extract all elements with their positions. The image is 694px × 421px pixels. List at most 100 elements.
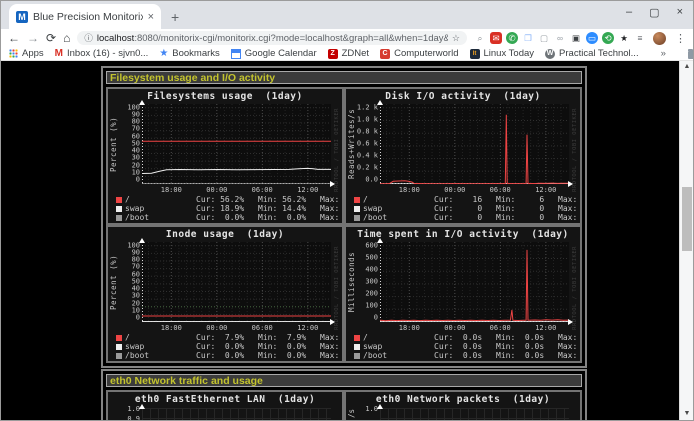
maximize-button[interactable]: ▢ — [649, 6, 659, 19]
bookmark-item[interactable]: ★Bookmarks — [159, 48, 219, 59]
site-info-icon[interactable]: ⓘ — [84, 32, 93, 44]
linux-today-icon: lt — [470, 49, 480, 59]
close-button[interactable]: × — [677, 6, 683, 19]
rrdtool-watermark: RRDTOOL / TOBI OETIKER — [334, 246, 340, 330]
y-tick: 0 — [354, 315, 378, 322]
chart-filesystems-usage[interactable]: Filesystems usage (1day)Percent (%)01020… — [108, 89, 342, 223]
url-text[interactable]: localhost:8080/monitorix-cgi/monitorix.c… — [97, 33, 448, 44]
y-tick: 500 — [354, 254, 378, 261]
y-tick: 0.8 k — [354, 128, 378, 135]
reload-button[interactable]: ⟳ — [46, 32, 56, 44]
legend-swatch — [354, 344, 360, 350]
scrollbar-thumb[interactable] — [682, 187, 692, 251]
legend-value: Max: 0.0% — [320, 352, 342, 361]
ext-search-icon[interactable]: ⌕ — [474, 32, 486, 44]
y-axis-arrow-icon — [139, 238, 145, 243]
legend-swatch — [354, 215, 360, 221]
y-tick: 30 — [116, 155, 140, 162]
legend-value: Min: 0.0s — [496, 352, 558, 361]
browser-tab[interactable]: M Blue Precision Monitorix × — [9, 4, 161, 29]
browser-menu-icon[interactable]: ⋮ — [675, 32, 686, 45]
bookmark-item[interactable]: Apps — [9, 48, 44, 59]
chart-time-spent-io[interactable]: Time spent in I/O activity (1day)Millise… — [346, 227, 580, 361]
chart-eth0-traffic[interactable]: eth0 FastEthernet LAN (1day) 1.0 0.9 — [108, 392, 342, 420]
scroll-up-arrow-icon[interactable]: ▲ — [680, 61, 693, 73]
bookmark-label: Linux Today — [484, 48, 535, 59]
y-axis-arrow-icon — [377, 100, 383, 105]
legend-value: Cur: 0 — [434, 214, 496, 223]
bookmark-label: ZDNet — [342, 48, 369, 59]
ext-glasses-icon[interactable]: ∞ — [554, 32, 566, 44]
bookmark-item[interactable]: lt Linux Today — [470, 48, 535, 59]
chart-legend: /Cur: 7.9%Min: 7.9%Max: 7.9%swapCur: 0.0… — [108, 333, 342, 361]
y-tick: 300 — [354, 278, 378, 285]
ext-pin-icon[interactable]: ★ — [618, 32, 630, 44]
bookmark-items: Apps MInbox (16) - sjvn0... ★Bookmarks Goog… — [9, 48, 639, 59]
bookmark-item[interactable]: Google Calendar — [231, 48, 317, 59]
home-button[interactable]: ⌂ — [63, 32, 70, 44]
ext-list-icon[interactable]: ≡ — [634, 32, 646, 44]
x-tick: 12:00 — [297, 324, 318, 332]
other-bookmarks-button[interactable]: Other bookmarks — [688, 48, 694, 59]
scroll-down-arrow-icon[interactable]: ▼ — [680, 408, 693, 420]
y-tick: 100 — [116, 242, 140, 249]
computerworld-icon: C — [380, 49, 390, 59]
ext-pages-icon[interactable]: ❐ — [522, 32, 534, 44]
series-swap — [142, 168, 331, 173]
x-tick: 06:00 — [490, 324, 511, 332]
y-tick: 100 — [116, 104, 140, 111]
y-tick: 100 — [354, 303, 378, 310]
y-tick: 0.9 — [116, 415, 140, 420]
plot-canvas — [142, 242, 331, 322]
browser-window: M Blue Precision Monitorix × + – ▢ × ← →… — [0, 0, 694, 421]
x-tick: 18:00 — [399, 324, 420, 332]
bookmark-item[interactable]: WPractical Technol... — [545, 48, 639, 59]
bookmark-label: Bookmarks — [172, 48, 220, 59]
window-controls: – ▢ × — [626, 6, 683, 19]
y-tick: 40 — [116, 148, 140, 155]
extension-icons: ⌕ ✉ ✆ ❐ ▢ ∞ ▣ ▭ ⟲ ★ ≡ — [474, 32, 646, 44]
ext-blue-app-icon[interactable]: ▭ — [586, 32, 598, 44]
ext-voice-icon[interactable]: ✆ — [506, 32, 518, 44]
bookmark-item[interactable]: CComputerworld — [380, 48, 458, 59]
ext-mail-icon[interactable]: ✉ — [490, 32, 502, 44]
profile-avatar[interactable] — [653, 32, 666, 45]
chart-svg — [142, 104, 331, 184]
y-tick: 90 — [116, 249, 140, 256]
ext-green-sync-icon[interactable]: ⟲ — [602, 32, 614, 44]
series-/ — [380, 250, 569, 321]
bookmark-item[interactable]: ZZDNet — [328, 48, 369, 59]
x-tick: 06:00 — [490, 186, 511, 194]
chart-plot-partial: 1.0 0.9 — [108, 405, 342, 420]
x-tick: 12:00 — [297, 186, 318, 194]
y-tick: 70 — [116, 126, 140, 133]
chart-inode-usage[interactable]: Inode usage (1day)Percent (%)01020304050… — [108, 227, 342, 361]
legend-swatch — [116, 206, 122, 212]
y-axis-arrow-icon — [377, 404, 383, 409]
monitorix-favicon-icon: M — [16, 11, 28, 23]
chart-legend: /Cur: 16Min: 6Max: 1071swapCur: 0Min: 0M… — [346, 195, 580, 223]
url-bar[interactable]: ⓘ localhost:8080/monitorix-cgi/monitorix… — [77, 31, 467, 45]
y-tick: 1.2 k — [354, 104, 378, 111]
legend-swatch — [116, 197, 122, 203]
forward-button[interactable]: → — [27, 32, 39, 44]
ext-dark-app-icon[interactable]: ▣ — [570, 32, 582, 44]
back-button[interactable]: ← — [8, 32, 20, 44]
y-tick: 0.6 k — [354, 140, 378, 147]
legend-series-name: /boot — [363, 214, 387, 223]
new-tab-button[interactable]: + — [171, 10, 179, 24]
tab-close-icon[interactable]: × — [148, 11, 154, 23]
section-filesystem: Filesystem usage and I/O activity Filesy… — [101, 66, 587, 368]
chart-disk-io-activity[interactable]: Disk I/O activity (1day)Reads+Writes/s0.… — [346, 89, 580, 223]
bookmark-star-icon[interactable]: ☆ — [452, 33, 460, 44]
page-scrollbar[interactable]: ▲ ▼ — [679, 61, 693, 420]
y-axis-arrow-icon — [139, 404, 145, 409]
plot-grid — [380, 408, 569, 420]
y-axis-arrow-icon — [139, 100, 145, 105]
bookmarks-overflow-chevron[interactable]: » — [661, 48, 666, 59]
ext-gray-box-icon[interactable]: ▢ — [538, 32, 550, 44]
minimize-button[interactable]: – — [626, 6, 632, 19]
chart-eth0-packets[interactable]: eth0 Network packets (1day) /s 1.0 — [346, 392, 580, 420]
bookmark-item[interactable]: MInbox (16) - sjvn0... — [55, 48, 149, 59]
x-tick: 06:00 — [252, 324, 273, 332]
